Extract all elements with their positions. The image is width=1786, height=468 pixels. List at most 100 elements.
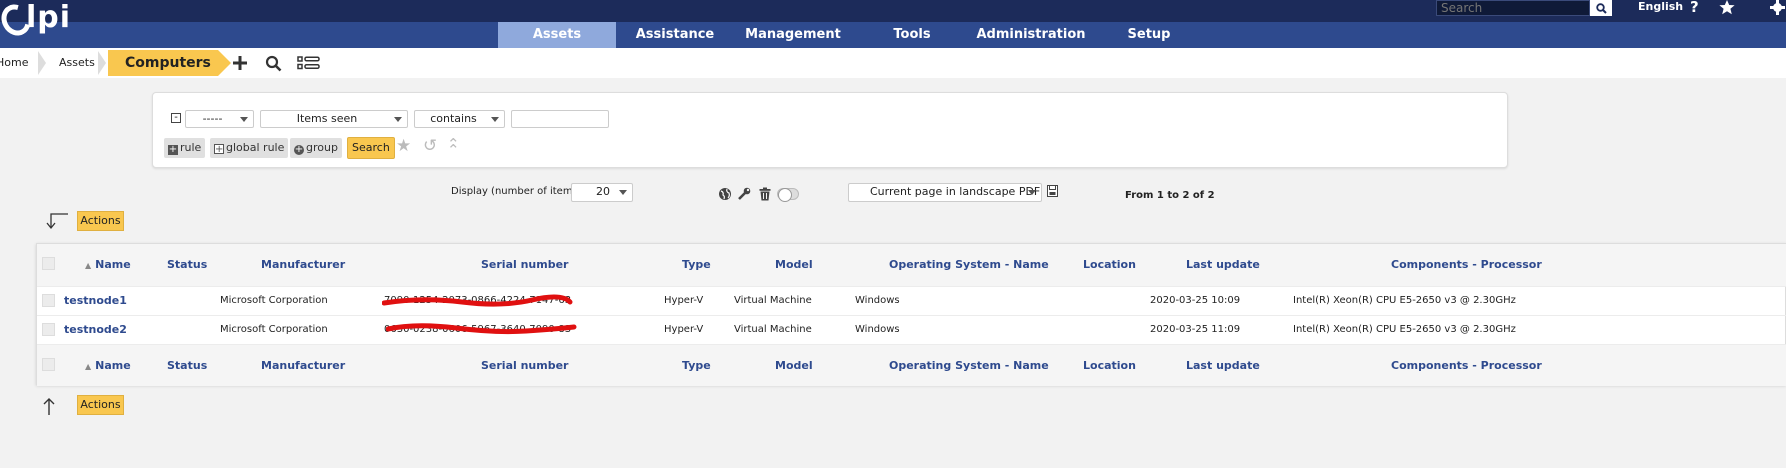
column-header-processor[interactable]: Components - Processor	[1391, 244, 1542, 286]
select-all-checkbox-bottom[interactable]	[42, 358, 55, 371]
menu-administration[interactable]: Administration	[972, 22, 1090, 48]
column-footer-type[interactable]: Type	[682, 345, 711, 387]
row-checkbox[interactable]	[42, 294, 55, 307]
plus-square-icon: +	[168, 144, 178, 155]
cell-serial: 7090-1254-2073-0866-4224-7147-63	[382, 287, 573, 316]
chevron-down-icon	[394, 117, 402, 122]
column-footer-model[interactable]: Model	[775, 345, 813, 387]
arrow-down-left-icon	[43, 212, 69, 230]
sort-asc-icon: ▲	[85, 261, 92, 270]
column-footer-os[interactable]: Operating System - Name	[889, 345, 1049, 387]
globe-icon[interactable]	[718, 187, 732, 201]
breadcrumb-home[interactable]: Home	[0, 51, 28, 75]
computer-name-link[interactable]: testnode2	[64, 316, 127, 345]
breadcrumb-computers[interactable]: Computers	[108, 50, 231, 76]
column-footer-last-update[interactable]: Last update	[1186, 345, 1260, 387]
column-footer-manufacturer[interactable]: Manufacturer	[261, 345, 345, 387]
top-bar: English ?	[0, 0, 1786, 22]
cell-model: Virtual Machine	[734, 324, 812, 335]
column-footer-name[interactable]: ▲ Name	[85, 345, 131, 387]
add-icon[interactable]	[229, 54, 251, 72]
search-icon	[1595, 2, 1607, 14]
criteria-select-value: Items seen	[296, 112, 358, 125]
add-rule-button[interactable]: + rule	[164, 138, 206, 158]
computer-name-link[interactable]: testnode1	[64, 287, 127, 316]
star-icon[interactable]	[1719, 0, 1735, 17]
column-header-type[interactable]: Type	[682, 244, 711, 286]
column-footer-location[interactable]: Location	[1083, 345, 1136, 387]
select-all-checkbox[interactable]	[42, 257, 55, 270]
plus-circle-icon: +	[294, 144, 304, 155]
chevron-down-icon	[619, 190, 627, 195]
table-footer: ▲ Name Status Manufacturer Serial number …	[37, 344, 1786, 386]
breadcrumb: Home Assets Computers	[0, 48, 1786, 78]
cell-last-update: 2020-03-25 11:09	[1150, 324, 1241, 335]
fold-search-icon-lower: ⌃	[447, 141, 460, 159]
breadcrumb-assets[interactable]: Assets	[59, 51, 95, 75]
add-group-button[interactable]: + group	[290, 138, 342, 158]
export-format-select[interactable]: Current page in landscape PDF	[848, 183, 1042, 202]
menu-assets[interactable]: Assets	[498, 22, 616, 48]
gear-icon[interactable]	[1769, 0, 1786, 17]
column-header-last-update[interactable]: Last update	[1186, 244, 1260, 286]
logo-text: lpi	[26, 0, 72, 35]
display-count-select[interactable]: 20	[571, 183, 633, 202]
menu-tools[interactable]: Tools	[852, 22, 972, 48]
mass-actions-button-bottom[interactable]: Actions	[77, 395, 124, 415]
export-format-value: Current page in landscape PDF	[870, 185, 1041, 198]
cell-manufacturer: Microsoft Corporation	[220, 324, 328, 335]
display-count-label: Display (number of items)	[451, 186, 582, 197]
main-menu: Assets Assistance Management Tools Admin…	[0, 22, 1786, 48]
column-footer-processor[interactable]: Components - Processor	[1391, 345, 1542, 387]
wrench-icon[interactable]	[737, 187, 751, 201]
column-header-status[interactable]: Status	[167, 244, 207, 286]
column-footer-status[interactable]: Status	[167, 345, 207, 387]
column-header-os[interactable]: Operating System - Name	[889, 244, 1049, 286]
table-row: testnode1 Microsoft Corporation 7090-125…	[37, 286, 1786, 315]
help-icon[interactable]: ?	[1690, 0, 1699, 15]
column-header-location[interactable]: Location	[1083, 244, 1136, 286]
glpi-logo[interactable]: lpi	[0, 0, 80, 48]
row-checkbox[interactable]	[42, 323, 55, 336]
column-header-name[interactable]: ▲ Name	[85, 244, 131, 286]
redaction-scribble	[386, 323, 577, 335]
column-header-serial[interactable]: Serial number	[481, 244, 568, 286]
field-select[interactable]: -----	[185, 110, 254, 128]
add-global-rule-button[interactable]: + global rule	[210, 138, 289, 158]
computers-table: ▲ Name Status Manufacturer Serial number …	[36, 243, 1786, 386]
criteria-value-input[interactable]	[511, 110, 609, 128]
operator-select[interactable]: contains	[414, 110, 505, 128]
trash-view-toggle[interactable]	[777, 188, 799, 202]
menu-assistance[interactable]: Assistance	[616, 22, 734, 48]
list-icon[interactable]	[296, 54, 320, 72]
criteria-select[interactable]: Items seen	[260, 110, 408, 128]
global-search-field[interactable]	[1436, 0, 1590, 16]
global-search-input[interactable]	[1437, 1, 1567, 15]
column-footer-serial[interactable]: Serial number	[481, 345, 568, 387]
breadcrumb-separator	[38, 51, 46, 75]
chevron-down-icon	[1028, 190, 1036, 195]
cell-serial: 0630-0238-0606-5967-3640-7090-83	[384, 316, 577, 345]
cell-manufacturer: Microsoft Corporation	[220, 295, 328, 306]
trash-icon[interactable]	[758, 187, 772, 201]
chevron-down-icon	[491, 117, 499, 122]
language-selector[interactable]: English	[1638, 0, 1683, 14]
column-footer-name-label: Name	[95, 359, 131, 372]
pagination-info: From 1 to 2 of 2	[1125, 190, 1215, 201]
search-icon[interactable]	[262, 54, 284, 72]
remove-criteria-icon[interactable]: -	[171, 113, 181, 123]
menu-setup[interactable]: Setup	[1090, 22, 1208, 48]
mass-actions-button-top[interactable]: Actions	[77, 211, 124, 231]
cell-processor: Intel(R) Xeon(R) CPU E5-2650 v3 @ 2.30GH…	[1293, 324, 1516, 335]
global-search-button[interactable]	[1590, 0, 1612, 16]
field-select-value: -----	[202, 112, 223, 125]
reset-search-icon[interactable]: ↺	[423, 137, 437, 155]
search-button[interactable]: Search	[347, 137, 395, 159]
save-export-icon[interactable]	[1047, 185, 1061, 199]
column-header-manufacturer[interactable]: Manufacturer	[261, 244, 345, 286]
save-search-star-icon[interactable]: ★	[396, 137, 411, 155]
menu-management[interactable]: Management	[734, 22, 852, 48]
cell-type: Hyper-V	[664, 295, 704, 306]
column-header-model[interactable]: Model	[775, 244, 813, 286]
sort-asc-icon: ▲	[85, 362, 92, 371]
